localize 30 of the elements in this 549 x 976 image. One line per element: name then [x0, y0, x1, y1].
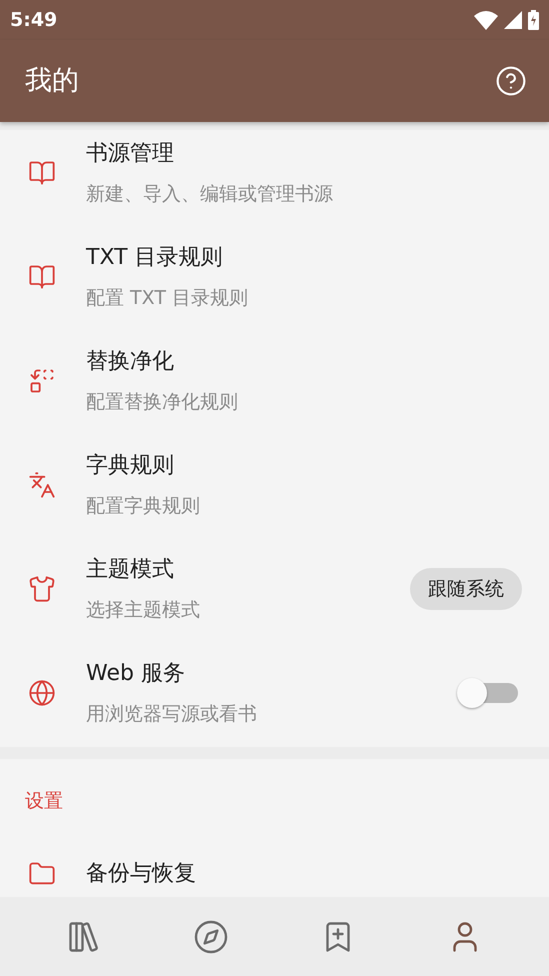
item-subtitle: 用浏览器写源或看书 — [86, 702, 258, 726]
item-title: 书源管理 — [86, 140, 175, 168]
help-icon — [495, 65, 527, 97]
item-subtitle: 配置 TXT 目录规则 — [86, 286, 249, 310]
translate-icon — [28, 471, 56, 499]
item-title: 主题模式 — [86, 556, 175, 584]
item-title: 替换净化 — [86, 348, 175, 376]
item-title: 备份与恢复 — [86, 860, 197, 888]
book-icon — [28, 263, 56, 291]
item-title: 字典规则 — [86, 452, 175, 480]
signal-icon — [504, 11, 522, 29]
replace-icon — [28, 367, 56, 395]
globe-icon — [28, 679, 56, 707]
item-subtitle: 新建、导入、编辑或管理书源 — [86, 182, 334, 206]
book-icon — [28, 159, 56, 187]
folder-icon — [28, 860, 56, 888]
battery-icon — [528, 10, 539, 30]
item-subtitle: 选择主题模式 — [86, 598, 201, 622]
status-time: 5:49 — [10, 8, 58, 33]
theme-mode-chip[interactable]: 跟随系统 — [410, 568, 522, 610]
item-title: TXT 目录规则 — [86, 244, 224, 272]
item-subtitle: 配置字典规则 — [86, 494, 201, 518]
wifi-icon — [474, 10, 498, 30]
item-title: Web 服务 — [86, 660, 186, 688]
shirt-icon — [28, 575, 56, 603]
compass-icon — [192, 918, 229, 954]
page-title: 我的 — [25, 64, 79, 98]
section-header: 设置 — [24, 789, 64, 814]
item-subtitle: 配置替换净化规则 — [86, 390, 239, 414]
toggle-switch[interactable] — [456, 677, 518, 709]
